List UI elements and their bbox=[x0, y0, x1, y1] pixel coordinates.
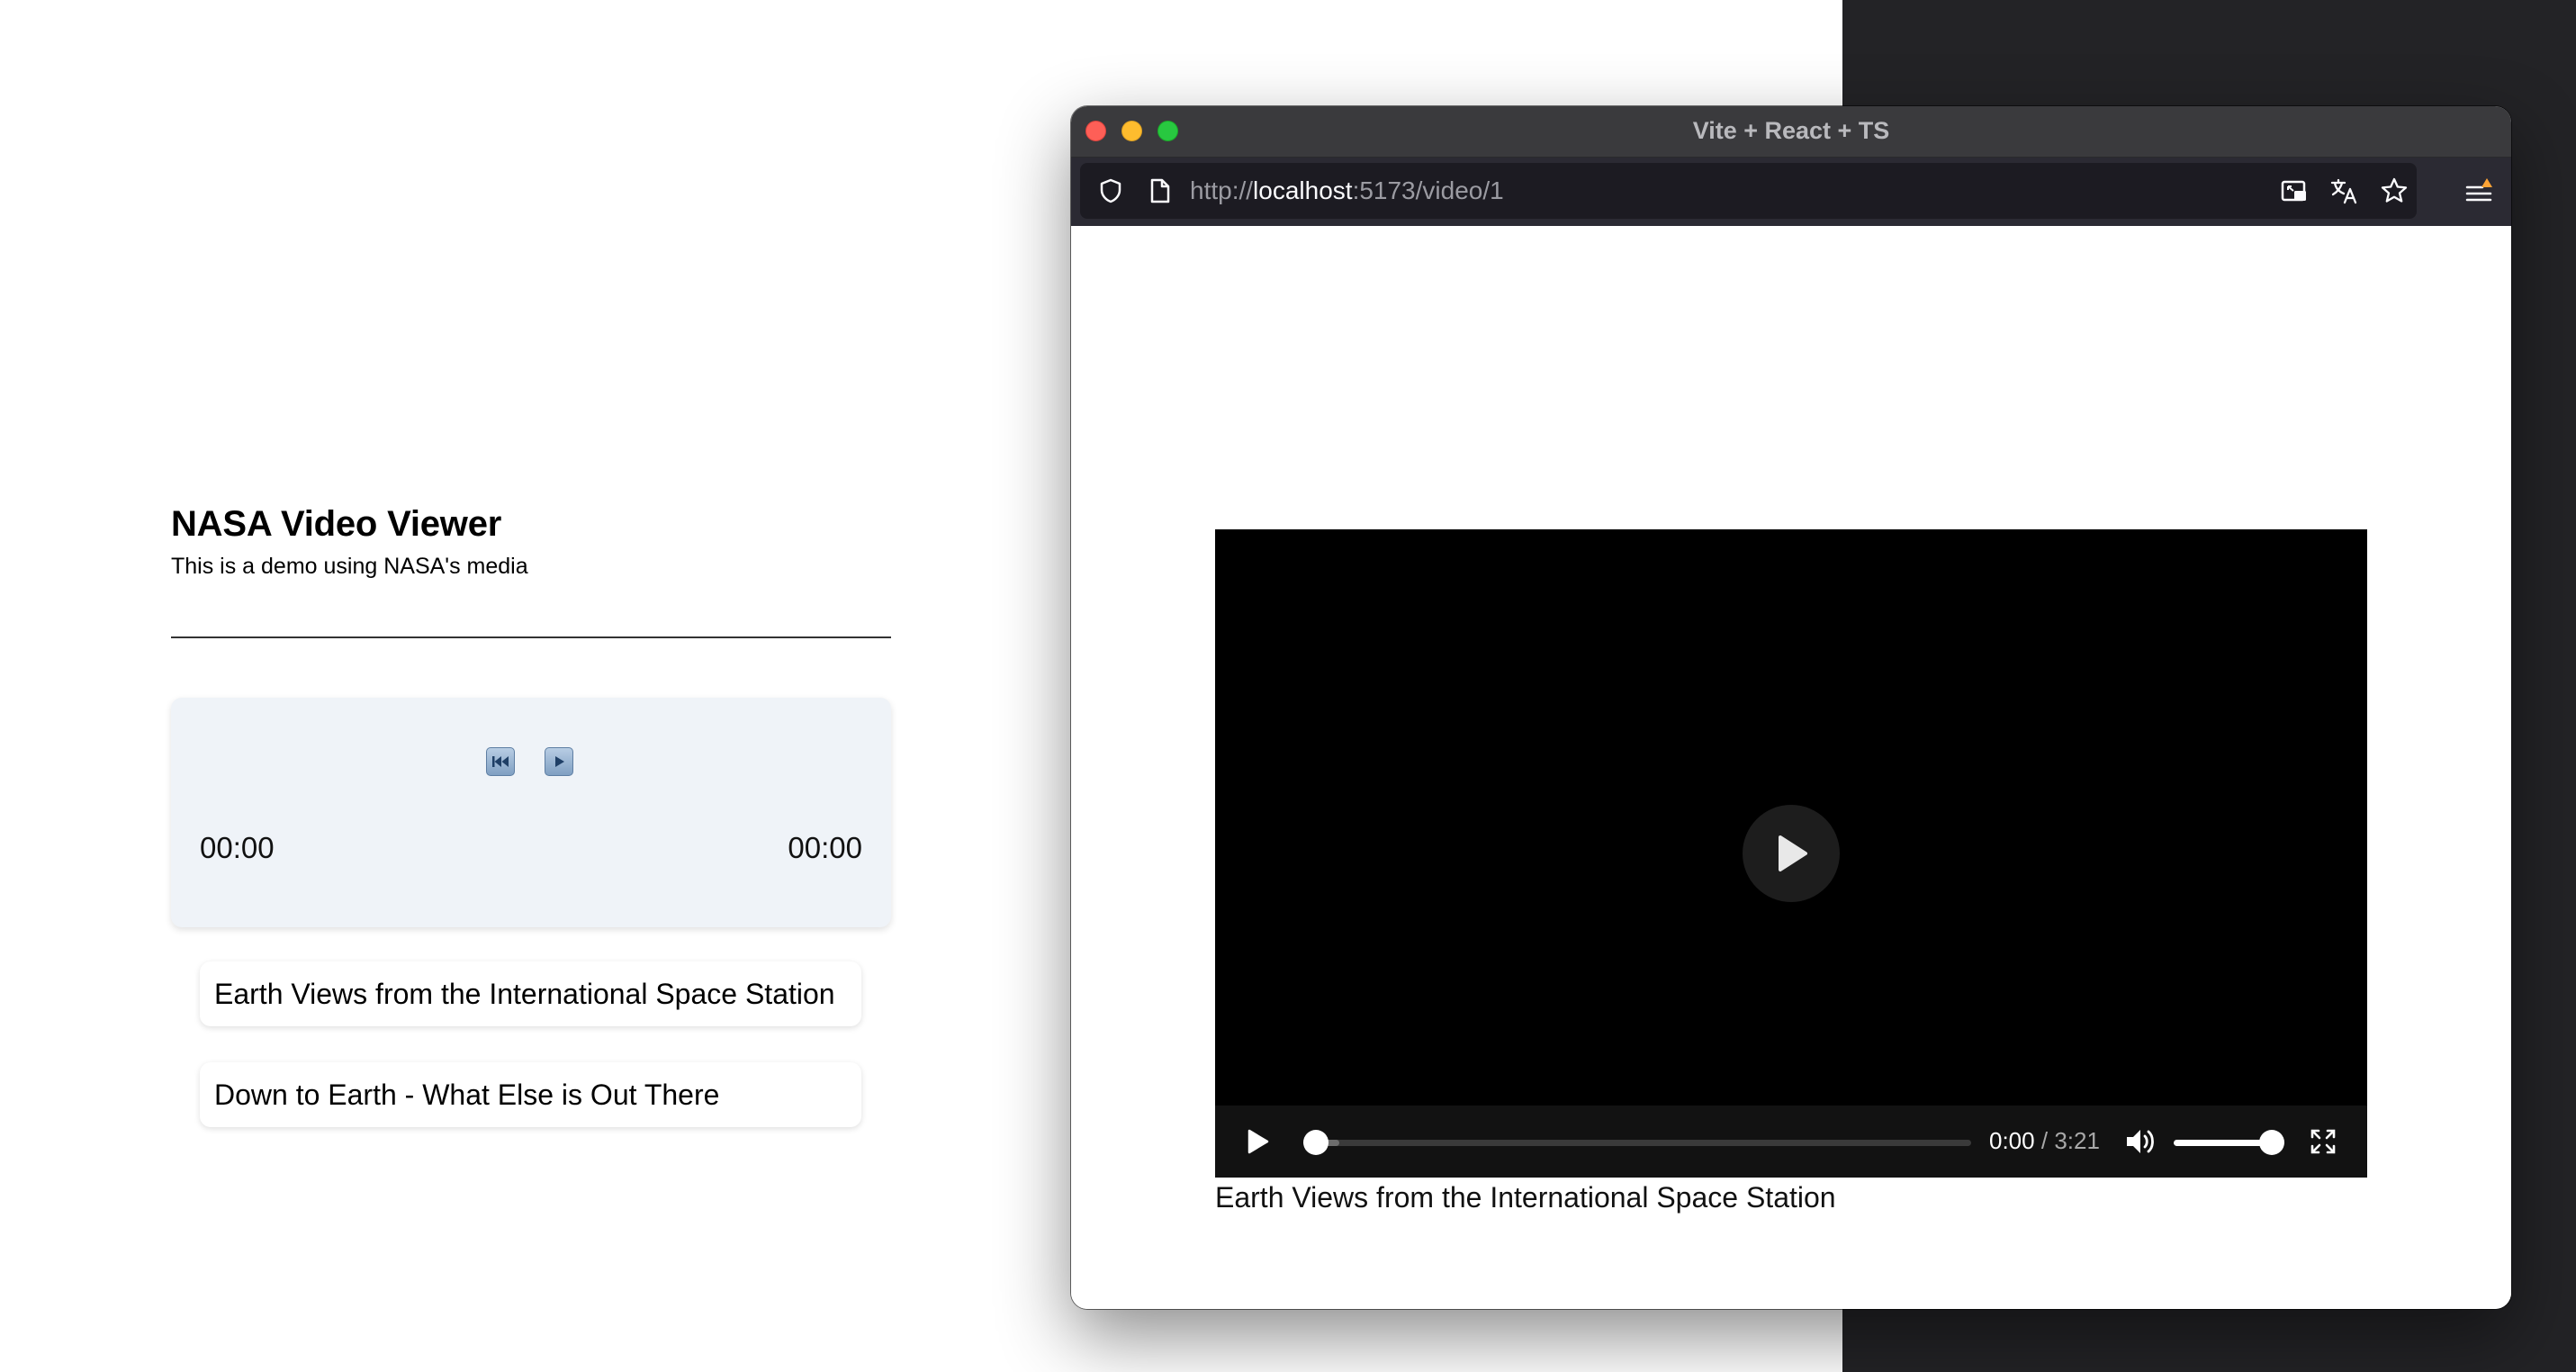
window-title: Vite + React + TS bbox=[1692, 117, 1890, 144]
url-bar[interactable]: http://localhost:5173/video/1 bbox=[1080, 163, 2417, 219]
play-icon bbox=[555, 756, 564, 767]
play-icon bbox=[1247, 1129, 1269, 1154]
video-caption: Earth Views from the International Space… bbox=[1215, 1181, 1836, 1214]
play-button[interactable] bbox=[545, 747, 573, 776]
video-current-time: 0:00 bbox=[1989, 1127, 2035, 1154]
seek-thumb[interactable] bbox=[1303, 1130, 1329, 1155]
video-player[interactable]: 0:00 / 3:21 bbox=[1215, 529, 2367, 1178]
url-host: localhost bbox=[1253, 176, 1353, 204]
fullscreen-button[interactable] bbox=[2309, 1127, 2337, 1160]
divider bbox=[171, 636, 891, 638]
current-time: 00:00 bbox=[200, 831, 275, 864]
menu-button[interactable] bbox=[2463, 176, 2495, 208]
translate-icon[interactable] bbox=[2329, 176, 2360, 206]
video-list-item[interactable]: Down to Earth - What Else is Out There bbox=[200, 1062, 861, 1127]
rewind-icon bbox=[492, 756, 509, 767]
url-scheme: http:// bbox=[1190, 176, 1254, 204]
video-time: 0:00 / 3:21 bbox=[1989, 1127, 2100, 1155]
url-path: :5173/video/1 bbox=[1352, 176, 1504, 204]
browser-toolbar: http://localhost:5173/video/1 bbox=[1071, 158, 2511, 226]
volume-thumb[interactable] bbox=[2259, 1130, 2284, 1155]
picture-in-picture-icon[interactable] bbox=[2279, 176, 2310, 206]
fullscreen-icon bbox=[2310, 1129, 2336, 1154]
volume-icon bbox=[2127, 1130, 2154, 1153]
seek-bar[interactable] bbox=[1303, 1130, 1971, 1155]
volume-slider[interactable] bbox=[2174, 1130, 2284, 1155]
video-controls: 0:00 / 3:21 bbox=[1215, 1106, 2367, 1178]
browser-window: Vite + React + TS http://localhost:5173/… bbox=[1071, 106, 2511, 1309]
duration-time: 00:00 bbox=[788, 831, 862, 864]
time-separator: / bbox=[2040, 1127, 2049, 1154]
window-titlebar: Vite + React + TS bbox=[1071, 106, 2511, 158]
audio-player-card: 00:00 00:00 bbox=[171, 698, 891, 927]
menu-icon bbox=[2465, 178, 2492, 202]
app-subtitle: This is a demo using NASA's media bbox=[171, 554, 528, 579]
bookmark-star-icon[interactable] bbox=[2379, 176, 2409, 206]
app-title: NASA Video Viewer bbox=[171, 504, 502, 544]
play-icon bbox=[1779, 835, 1807, 871]
video-duration: 3:21 bbox=[2054, 1127, 2100, 1154]
page-icon[interactable] bbox=[1145, 176, 1175, 206]
big-play-button[interactable] bbox=[1743, 805, 1840, 902]
url-text[interactable]: http://localhost:5173/video/1 bbox=[1190, 176, 1504, 205]
video-list-item[interactable]: Earth Views from the International Space… bbox=[200, 961, 861, 1026]
page-content: 0:00 / 3:21 Earth Views from the Interna… bbox=[1071, 227, 2511, 1309]
rewind-button[interactable] bbox=[486, 747, 515, 776]
shield-icon[interactable] bbox=[1095, 176, 1126, 206]
mute-button[interactable] bbox=[2124, 1125, 2158, 1162]
control-play-button[interactable] bbox=[1244, 1127, 1271, 1160]
